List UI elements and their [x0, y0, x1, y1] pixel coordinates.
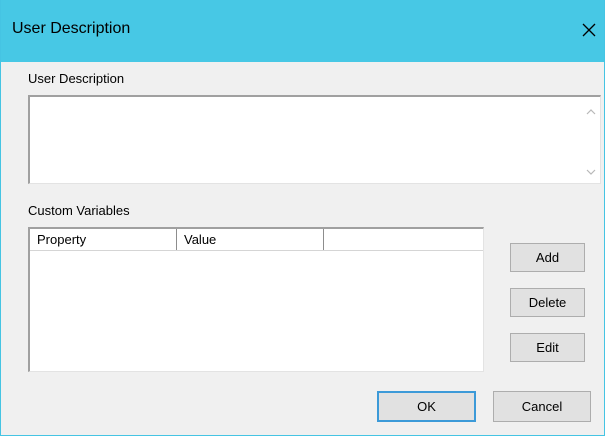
- user-description-dialog: User Description User Description Custom…: [0, 0, 605, 436]
- add-button[interactable]: Add: [510, 243, 585, 272]
- ok-button[interactable]: OK: [377, 391, 476, 422]
- list-header: Property Value: [30, 229, 483, 251]
- description-textarea[interactable]: [28, 95, 601, 184]
- cancel-button[interactable]: Cancel: [493, 391, 591, 422]
- custom-variables-list[interactable]: Property Value: [28, 227, 484, 372]
- description-label: User Description: [28, 71, 125, 86]
- chevron-down-icon[interactable]: [586, 167, 596, 177]
- column-header-value[interactable]: Value: [177, 229, 324, 250]
- chevron-up-icon[interactable]: [586, 107, 596, 117]
- delete-button[interactable]: Delete: [510, 288, 585, 317]
- title-bar[interactable]: User Description: [1, 0, 604, 62]
- close-button[interactable]: [574, 10, 604, 50]
- window-title: User Description: [12, 20, 131, 37]
- column-header-property[interactable]: Property: [30, 229, 177, 250]
- close-icon: [582, 23, 596, 37]
- column-header-empty[interactable]: [324, 229, 483, 250]
- description-scrollbar[interactable]: [582, 97, 600, 183]
- custom-variables-label: Custom Variables: [28, 203, 130, 218]
- edit-button[interactable]: Edit: [510, 333, 585, 362]
